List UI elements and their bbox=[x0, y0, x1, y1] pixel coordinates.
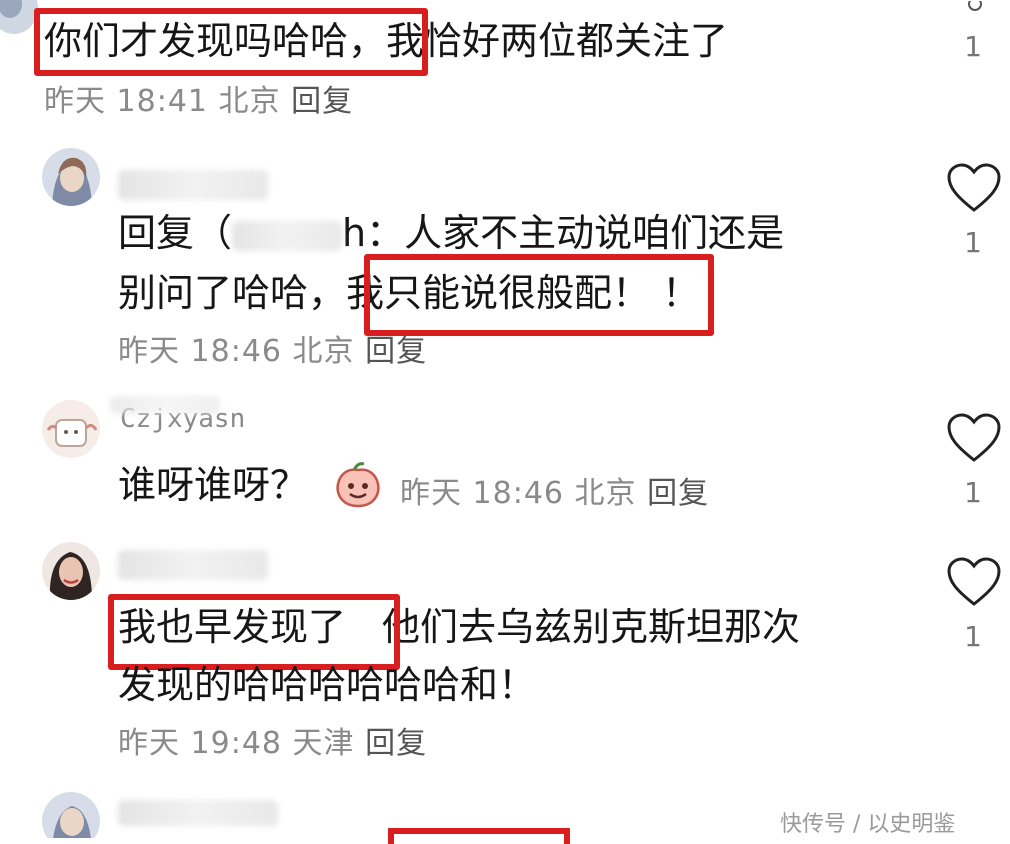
username-redacted bbox=[118, 170, 268, 200]
like-count: 1 bbox=[964, 226, 982, 259]
comment-line1-text: h：人家不主动说咱们还是 bbox=[342, 211, 785, 255]
comment-time-location: 昨天 18:46 北京 bbox=[118, 334, 355, 369]
more-dot-icon bbox=[968, 0, 982, 14]
highlight-box bbox=[34, 8, 428, 76]
watermark: 快传号 / 以史明鉴 bbox=[780, 812, 956, 837]
highlight-box bbox=[364, 254, 714, 336]
comment-time-location: 昨天 18:41 北京 bbox=[44, 84, 281, 119]
comment-meta: 昨天 18:46 北京 回复 bbox=[400, 468, 709, 512]
reply-button[interactable]: 回复 bbox=[365, 334, 427, 369]
avatar[interactable] bbox=[42, 542, 100, 600]
comment-meta: 昨天 18:46 北京 回复 bbox=[118, 326, 427, 370]
avatar[interactable] bbox=[42, 400, 100, 458]
heart-icon[interactable] bbox=[946, 162, 1002, 214]
comment-rest-text: 他们去乌兹别克斯坦那次 bbox=[382, 605, 801, 649]
peach-face-emoji-icon bbox=[332, 458, 384, 510]
like-count: 1 bbox=[964, 476, 982, 509]
username-redacted bbox=[118, 800, 278, 826]
reply-button[interactable]: 回复 bbox=[291, 84, 353, 119]
username-redacted bbox=[110, 396, 220, 414]
highlight-box bbox=[388, 828, 570, 844]
mention-redacted bbox=[232, 220, 343, 251]
comment-line2-prefix: 别问了哈哈， bbox=[118, 271, 347, 315]
comment-meta: 昨天 18:41 北京 回复 bbox=[44, 76, 353, 120]
comment-time-location: 昨天 18:46 北京 bbox=[400, 476, 637, 511]
reply-button[interactable]: 回复 bbox=[365, 726, 427, 761]
heart-icon[interactable] bbox=[946, 412, 1002, 464]
like-count: 1 bbox=[964, 30, 982, 63]
avatar[interactable] bbox=[42, 792, 100, 838]
reply-button[interactable]: 回复 bbox=[647, 476, 709, 511]
comment-text-line2: 发现的哈哈哈哈哈哈和！ bbox=[118, 663, 537, 707]
comment-text: 谁呀谁呀？ bbox=[118, 463, 309, 507]
like-count: 1 bbox=[964, 620, 982, 653]
reply-prefix-text: 回复（ bbox=[118, 211, 233, 255]
avatar[interactable] bbox=[42, 148, 100, 206]
username-redacted bbox=[118, 550, 268, 580]
heart-icon[interactable] bbox=[946, 556, 1002, 608]
comment-meta: 昨天 19:48 天津 回复 bbox=[118, 718, 427, 762]
comment-rest-text: 我恰好两位都关注了 bbox=[386, 19, 729, 63]
comment-time-location: 昨天 19:48 天津 bbox=[118, 726, 355, 761]
